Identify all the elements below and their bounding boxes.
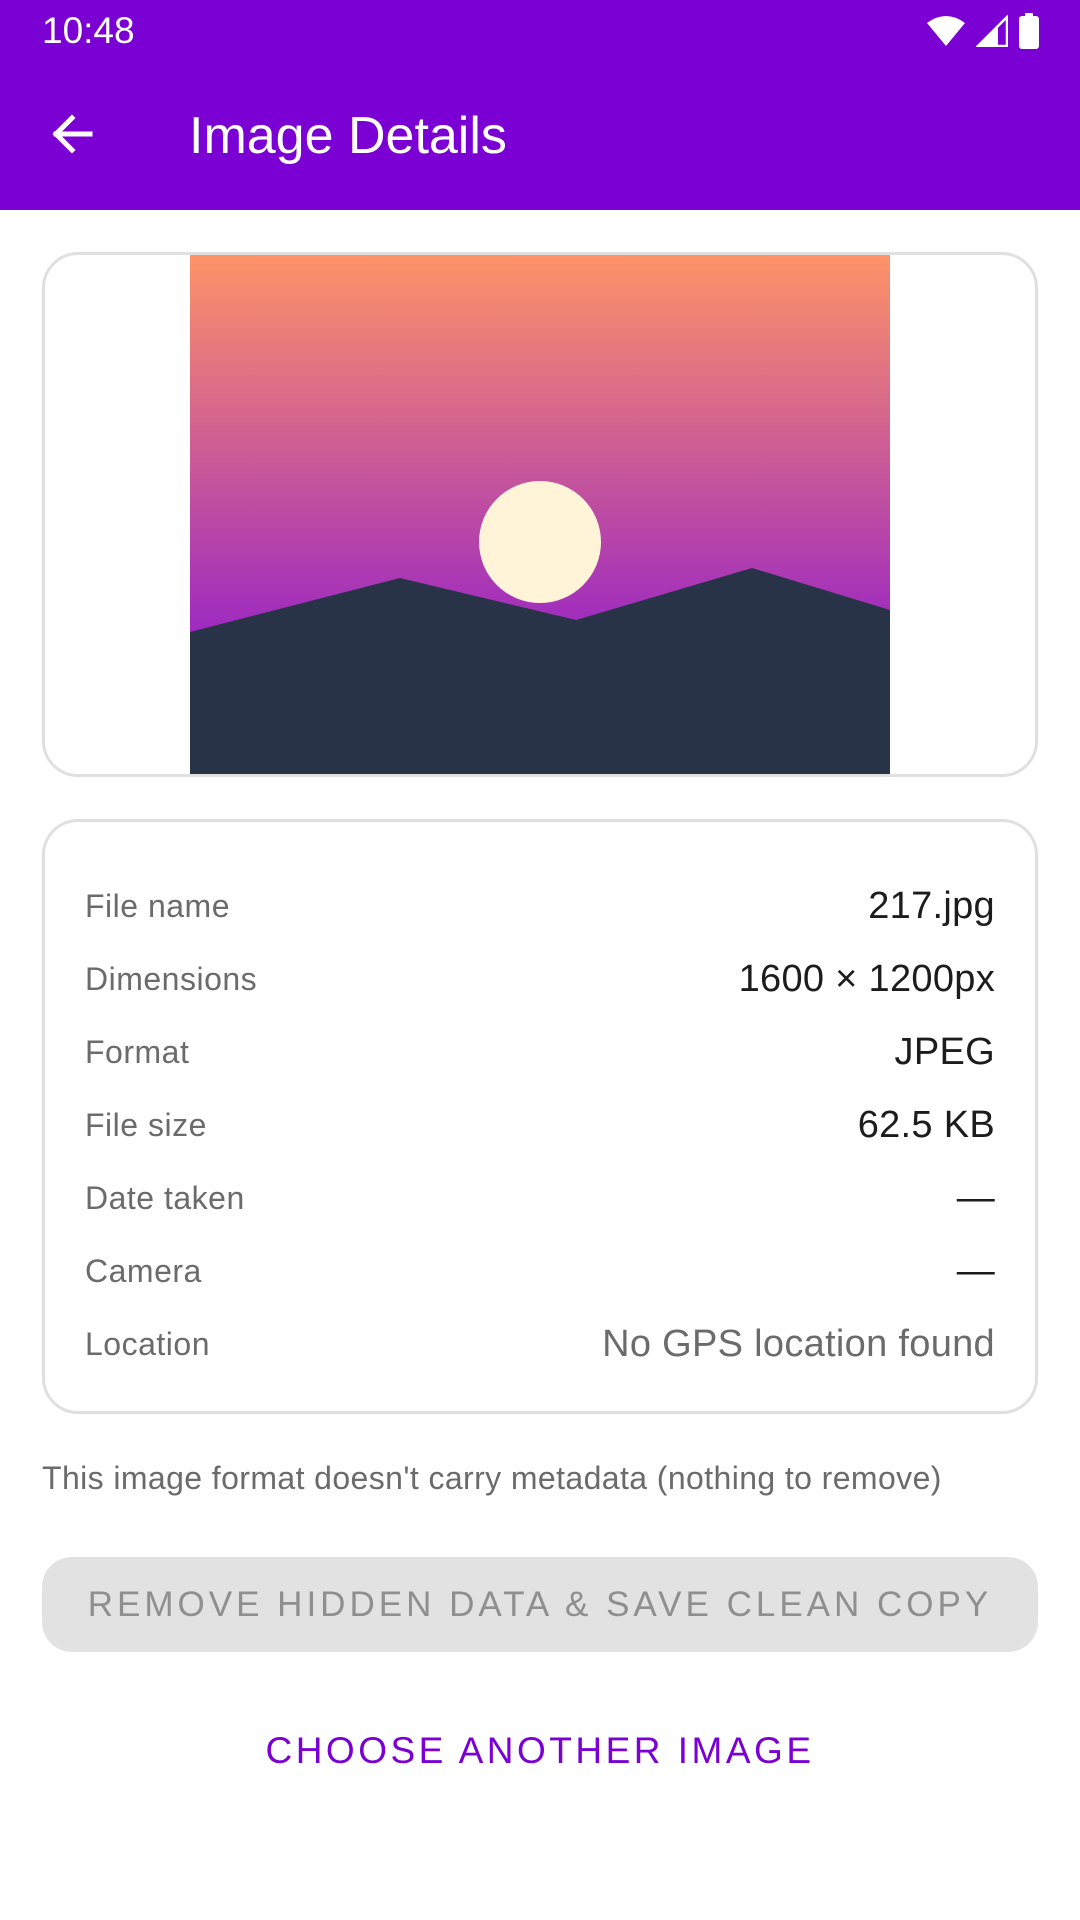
- status-bar: 10:48: [0, 0, 1080, 62]
- cell-signal-icon: [976, 15, 1008, 47]
- detail-row-camera: Camera —: [45, 1235, 1035, 1308]
- detail-label: File name: [85, 888, 230, 924]
- detail-value: 62.5 KB: [857, 1104, 995, 1146]
- top-app-bar: 10:48 Image Details: [0, 0, 1080, 210]
- detail-row-file-name: File name 217.jpg: [45, 870, 1035, 943]
- detail-value: No GPS location found: [602, 1323, 995, 1365]
- metadata-note: This image format doesn't carry metadata…: [42, 1460, 942, 1496]
- detail-value: —: [956, 1250, 995, 1292]
- detail-label: Camera: [85, 1253, 202, 1289]
- detail-label: Location: [85, 1326, 210, 1362]
- details-card: File name 217.jpg Dimensions 1600 × 1200…: [42, 819, 1038, 1414]
- arrow-back-icon: [52, 114, 93, 154]
- back-button[interactable]: [36, 98, 108, 170]
- detail-label: File size: [85, 1107, 207, 1143]
- detail-row-file-size: File size 62.5 KB: [45, 1089, 1035, 1162]
- detail-value: 217.jpg: [868, 885, 995, 927]
- detail-label: Dimensions: [85, 961, 258, 997]
- wifi-icon: [927, 16, 965, 46]
- image-preview-card: [42, 252, 1038, 777]
- page-title: Image Details: [189, 107, 507, 165]
- detail-row-format: Format JPEG: [45, 1016, 1035, 1089]
- detail-label: Date taken: [85, 1180, 245, 1216]
- status-time: 10:48: [42, 10, 135, 51]
- status-icons: [926, 12, 1040, 50]
- detail-row-dimensions: Dimensions 1600 × 1200px: [45, 943, 1035, 1016]
- detail-value: —: [956, 1177, 995, 1219]
- detail-value: JPEG: [894, 1031, 995, 1073]
- remove-hidden-data-button[interactable]: REMOVE HIDDEN DATA & SAVE CLEAN COPY: [42, 1557, 1038, 1652]
- detail-row-location: Location No GPS location found: [45, 1308, 1035, 1381]
- detail-value: 1600 × 1200px: [738, 958, 995, 1000]
- sun: [479, 481, 601, 603]
- detail-row-date-taken: Date taken —: [45, 1162, 1035, 1235]
- detail-label: Format: [85, 1034, 190, 1070]
- choose-another-image-button[interactable]: CHOOSE ANOTHER IMAGE: [240, 1716, 840, 1786]
- battery-icon: [1019, 13, 1039, 49]
- image-preview[interactable]: [190, 252, 890, 777]
